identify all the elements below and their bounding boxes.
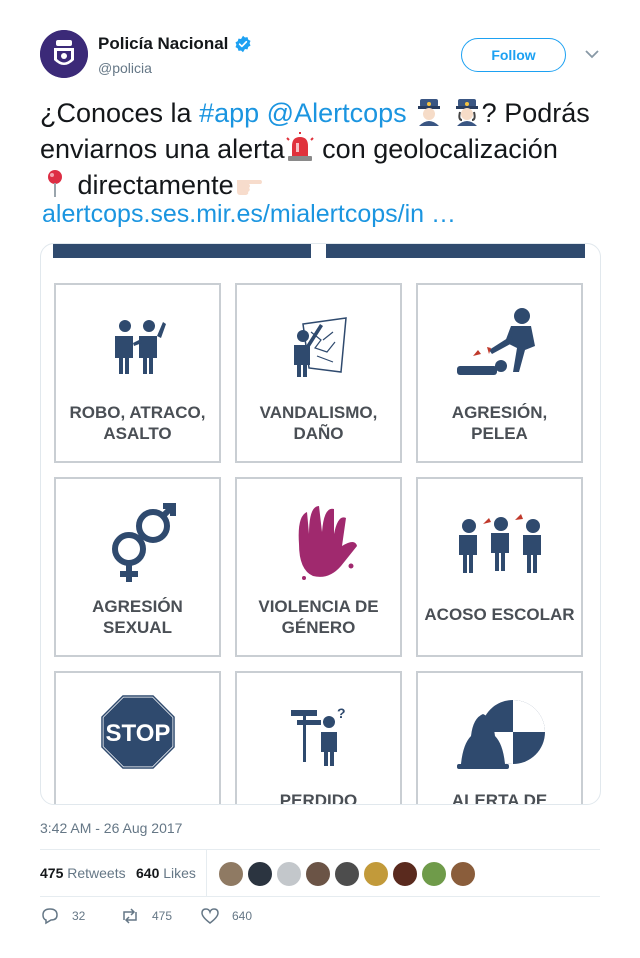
category-tile-label: DAÑO bbox=[293, 423, 343, 443]
category-tile-label: PELEA bbox=[471, 424, 528, 443]
tweet-text: ¿Conoces la #app @Alertcops ? Podrás env… bbox=[40, 95, 615, 203]
category-tile: AGRESIÓN SEXUAL bbox=[54, 477, 221, 657]
reply-button[interactable]: 32 bbox=[40, 906, 85, 926]
stop-sign-icon: STOP bbox=[100, 694, 176, 770]
tweet-link[interactable]: alertcops.ses.mir.es/mialertcops/in … bbox=[42, 200, 456, 229]
hashtag-link[interactable]: #app bbox=[199, 98, 259, 128]
category-tile: ACOSO ESCOLAR bbox=[416, 477, 583, 657]
likes-stat[interactable]: 640 Likes bbox=[136, 865, 196, 881]
category-tile-label: SEXUAL bbox=[103, 618, 172, 637]
category-tile-label: ROBO, ATRACO, bbox=[70, 403, 206, 422]
retweet-button[interactable]: 475 bbox=[120, 906, 172, 926]
stats-divider bbox=[206, 850, 207, 897]
handle[interactable]: @policia bbox=[98, 60, 152, 76]
tweet-stats: 475 Retweets 640 Likes bbox=[40, 849, 600, 897]
category-tile-label: PERDIDO bbox=[280, 791, 357, 805]
police-officer-woman-icon bbox=[455, 99, 478, 126]
category-tile-label: ASALTO bbox=[103, 424, 171, 443]
name-line: Policía Nacional bbox=[98, 34, 252, 54]
reply-count: 32 bbox=[72, 909, 86, 923]
likes-count: 640 bbox=[136, 865, 160, 881]
retweets-label: Retweets bbox=[67, 865, 126, 881]
category-tile-label: AGRESIÓN bbox=[92, 597, 183, 616]
heart-icon bbox=[201, 908, 219, 924]
category-tile: PERDIDO bbox=[235, 671, 402, 805]
avatar[interactable] bbox=[363, 861, 389, 887]
tweet-text-segment: con geolocalización bbox=[314, 134, 558, 164]
avatar[interactable] bbox=[334, 861, 360, 887]
likes-label: Likes bbox=[163, 865, 196, 881]
rotating-light-icon bbox=[285, 132, 314, 161]
tweet-text-segment: ? Podrás bbox=[481, 98, 590, 128]
category-tile-label: AGRESIÓN, bbox=[452, 403, 547, 422]
category-tile-border bbox=[235, 671, 402, 804]
category-tile: AGRESIÓN, PELEA bbox=[416, 283, 583, 463]
category-tile-border bbox=[416, 477, 583, 657]
verified-badge-icon bbox=[235, 35, 251, 53]
police-badge-icon bbox=[40, 30, 88, 78]
display-name[interactable]: Policía Nacional bbox=[98, 34, 228, 54]
tweet-timestamp[interactable]: 3:42 AM - 26 Aug 2017 bbox=[40, 820, 182, 836]
avatar[interactable] bbox=[305, 861, 331, 887]
pointing-right-icon bbox=[236, 180, 262, 195]
police-officer-man-icon bbox=[418, 99, 441, 126]
avatar[interactable] bbox=[276, 861, 302, 887]
chevron-down-icon[interactable] bbox=[584, 48, 600, 60]
tweet-text-segment: ¿Conoces la bbox=[40, 98, 200, 128]
app-tab-bar-right bbox=[326, 244, 585, 258]
retweet-count: 475 bbox=[152, 909, 173, 923]
like-count: 640 bbox=[232, 909, 253, 923]
reply-icon bbox=[42, 908, 58, 925]
tweet-actions: 32 475 640 bbox=[40, 906, 600, 930]
category-tile-label: GÉNERO bbox=[282, 618, 356, 637]
avatar[interactable] bbox=[421, 861, 447, 887]
category-tile-label: VANDALISMO, bbox=[260, 403, 378, 422]
mention-link[interactable]: @Alertcops bbox=[267, 98, 407, 128]
tweet-text-segment: directamente bbox=[70, 170, 234, 200]
retweet-icon bbox=[123, 908, 137, 924]
alertcops-app-screenshot: ROBO, ATRACO,ASALTOVANDALISMO,DAÑOAGRESI… bbox=[53, 244, 585, 805]
tweet-text-segment: enviarnos una alerta bbox=[40, 134, 285, 164]
category-tile: VANDALISMO,DAÑO bbox=[235, 283, 402, 463]
round-pushpin-icon bbox=[48, 170, 62, 197]
category-tile-label: ALERTA DE bbox=[452, 791, 547, 805]
stop-sign-text: STOP bbox=[106, 720, 171, 747]
avatar[interactable] bbox=[450, 861, 476, 887]
retweets-stat[interactable]: 475 Retweets bbox=[40, 865, 126, 881]
avatar[interactable] bbox=[392, 861, 418, 887]
app-tab-bar-left bbox=[53, 244, 311, 258]
category-tile-label: VIOLENCIA DE bbox=[258, 597, 378, 616]
category-tile-label: ACOSO ESCOLAR bbox=[424, 605, 574, 624]
tweet-media-image[interactable]: ROBO, ATRACO, ASALTO VANDALISMO, DAÑO AGRESI… bbox=[40, 243, 601, 805]
tweet-header: Policía Nacional @policia Follow bbox=[40, 30, 600, 82]
svg-text:?: ? bbox=[337, 705, 346, 721]
follow-button[interactable]: Follow bbox=[461, 38, 566, 72]
avatar[interactable] bbox=[247, 861, 273, 887]
retweets-count: 475 bbox=[40, 865, 64, 881]
avatar[interactable] bbox=[40, 30, 88, 78]
like-button[interactable]: 640 bbox=[200, 906, 252, 926]
category-tile: ROBO, ATRACO, ASALTO bbox=[54, 283, 221, 463]
avatar[interactable] bbox=[218, 861, 244, 887]
